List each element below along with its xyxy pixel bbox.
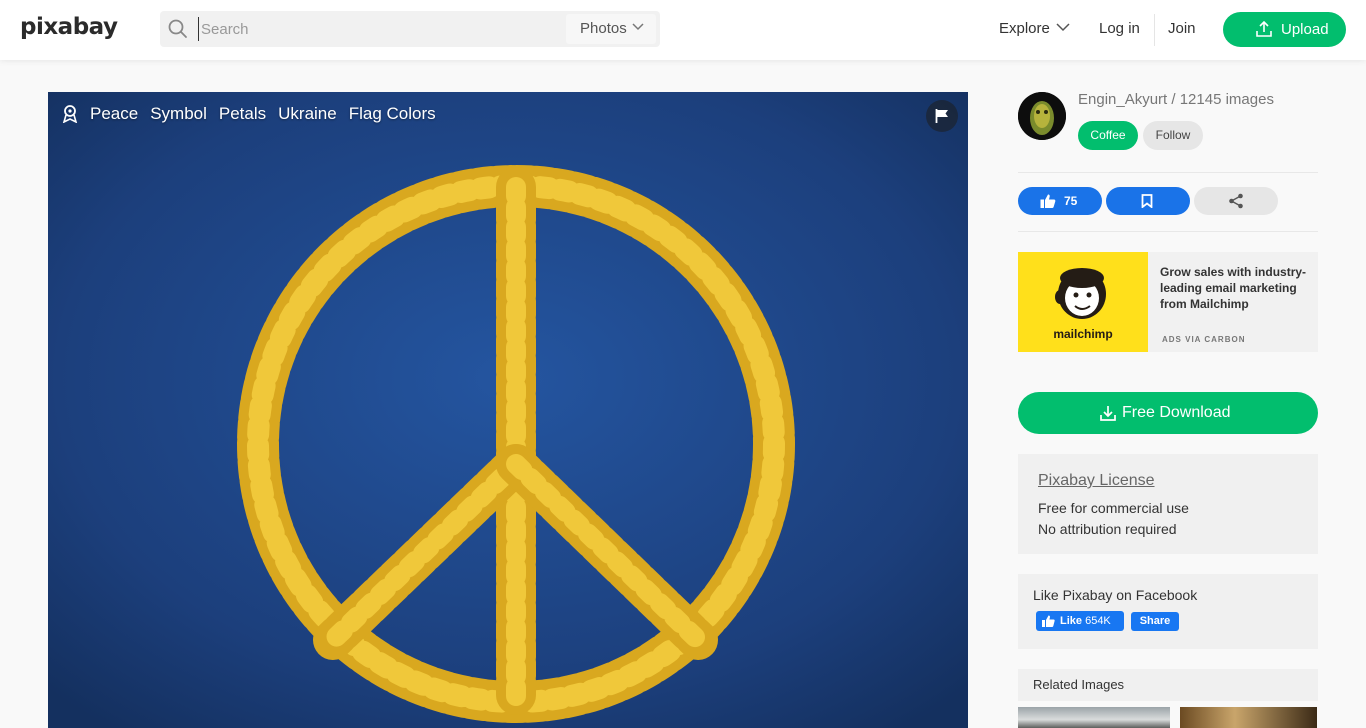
- license-box: Pixabay License Free for commercial use …: [1018, 454, 1318, 554]
- author-name[interactable]: Engin_Akyurt / 12145 images: [1078, 91, 1274, 108]
- main-photo[interactable]: Peace Symbol Petals Ukraine Flag Colors: [48, 92, 968, 728]
- download-icon: [1100, 406, 1116, 421]
- tag-petals[interactable]: Petals: [219, 104, 266, 124]
- facebook-title: Like Pixabay on Facebook: [1033, 587, 1198, 603]
- search-type-label: Photos: [580, 20, 627, 37]
- save-button[interactable]: [1106, 187, 1190, 215]
- award-ribbon-icon: [62, 105, 78, 123]
- tag-list: Peace Symbol Petals Ukraine Flag Colors: [62, 104, 448, 124]
- license-attribution: No attribution required: [1038, 521, 1177, 537]
- like-button[interactable]: 75: [1018, 187, 1102, 215]
- thumbs-up-icon: [1040, 194, 1056, 208]
- flag-icon: [935, 109, 948, 123]
- share-button[interactable]: [1194, 187, 1278, 215]
- thumbs-up-icon: [1042, 615, 1055, 627]
- tag-symbol[interactable]: Symbol: [150, 104, 207, 124]
- divider: [1018, 172, 1318, 173]
- ad-via-label[interactable]: ADS VIA CARBON: [1162, 335, 1245, 344]
- like-count: 75: [1064, 194, 1078, 208]
- license-commercial: Free for commercial use: [1038, 500, 1189, 516]
- ad-brand: mailchimp: [1053, 327, 1113, 341]
- related-images-title: Related Images: [1033, 677, 1125, 692]
- related-images-header: Related Images: [1018, 669, 1318, 701]
- coffee-button[interactable]: Coffee: [1078, 121, 1138, 150]
- sponsored-ad[interactable]: mailchimp Grow sales with industry-leadi…: [1018, 252, 1318, 352]
- report-button[interactable]: [926, 100, 958, 132]
- search-input[interactable]: [198, 17, 558, 41]
- ad-text: Grow sales with industry-leading email m…: [1160, 265, 1307, 311]
- follow-button[interactable]: Follow: [1143, 121, 1203, 150]
- upload-icon: [1256, 21, 1272, 37]
- facebook-like-label: Like: [1060, 615, 1083, 627]
- share-icon: [1229, 193, 1243, 209]
- search-type-dropdown[interactable]: Photos: [566, 14, 656, 44]
- facebook-like-button[interactable]: Like 654K: [1036, 611, 1124, 631]
- facebook-share-button[interactable]: Share: [1131, 612, 1179, 631]
- facebook-like-count: 654K: [1085, 615, 1111, 627]
- author-avatar[interactable]: [1018, 92, 1066, 140]
- mailchimp-logo-icon: [1055, 268, 1106, 319]
- upload-label: Upload: [1281, 21, 1329, 38]
- facebook-box: Like Pixabay on Facebook Like 654K Share: [1018, 574, 1318, 649]
- chevron-down-icon: [1056, 23, 1070, 32]
- upload-button[interactable]: Upload: [1223, 12, 1346, 47]
- explore-label: Explore: [999, 20, 1050, 37]
- pixabay-logo[interactable]: pixabay: [20, 14, 118, 40]
- divider: [1018, 231, 1318, 232]
- explore-menu[interactable]: Explore: [999, 20, 1070, 37]
- peace-sign-image: [48, 92, 968, 728]
- tag-flag-colors[interactable]: Flag Colors: [349, 104, 436, 124]
- search-icon[interactable]: [168, 19, 188, 39]
- ad-image: mailchimp: [1018, 252, 1148, 352]
- join-link[interactable]: Join: [1168, 20, 1196, 37]
- top-header: pixabay Photos Explore Log in Join Uploa…: [0, 0, 1366, 60]
- chevron-down-icon: [632, 23, 644, 31]
- search-bar: Photos: [160, 11, 660, 47]
- avatar-image: [1018, 92, 1066, 140]
- bookmark-icon: [1141, 194, 1153, 208]
- tag-ukraine[interactable]: Ukraine: [278, 104, 337, 124]
- free-download-button[interactable]: Free Download: [1018, 392, 1318, 434]
- tag-peace[interactable]: Peace: [90, 104, 138, 124]
- license-link[interactable]: Pixabay License: [1038, 472, 1155, 490]
- nav-divider: [1154, 14, 1155, 46]
- login-link[interactable]: Log in: [1099, 20, 1140, 37]
- download-label: Free Download: [1122, 404, 1231, 421]
- related-image-thumb[interactable]: [1018, 707, 1170, 728]
- related-image-thumb[interactable]: [1180, 707, 1317, 728]
